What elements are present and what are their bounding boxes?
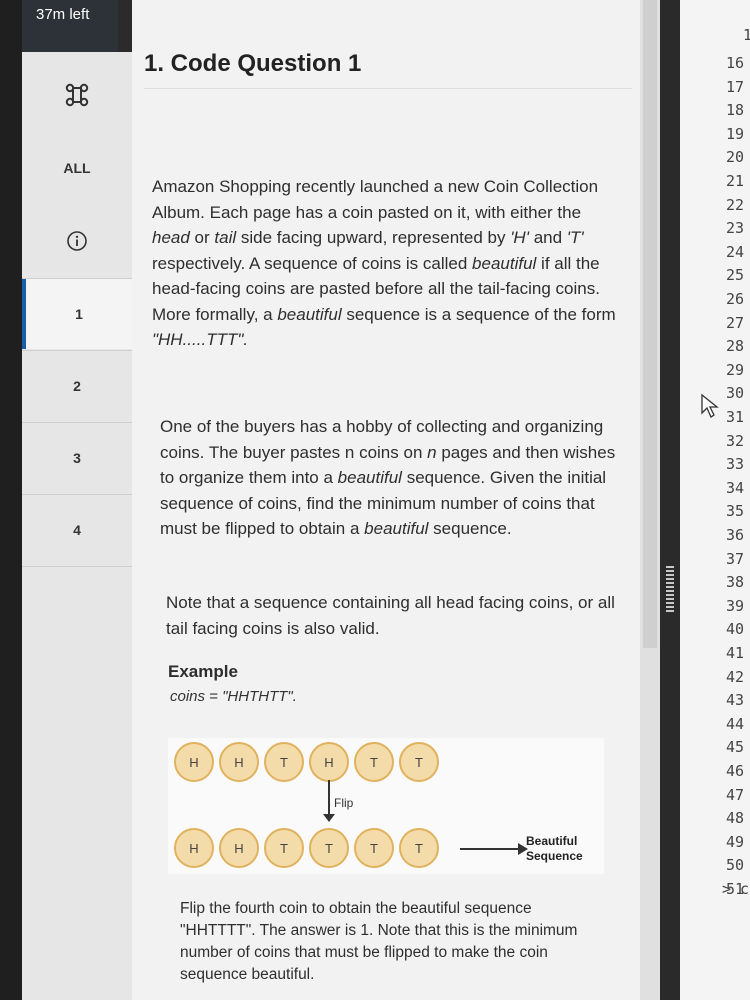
example-explanation: Flip the fourth coin to obtain the beaut…: [180, 900, 578, 983]
timer-text: 37m left: [36, 6, 90, 23]
line-number: 36: [725, 526, 744, 544]
mouse-cursor-icon: [700, 393, 720, 424]
line-number: 25: [725, 266, 744, 285]
line-number: 41: [725, 644, 744, 662]
result-label-line-2: Sequence: [526, 849, 583, 863]
coin: T: [309, 828, 349, 868]
line-number: 50: [725, 856, 744, 875]
line-number: 32: [725, 431, 744, 450]
line-number: 20: [725, 148, 744, 167]
line-number: 23: [725, 219, 744, 238]
line-number: 37: [725, 549, 744, 568]
flip-arrow-head: [323, 814, 335, 822]
line-number: 45: [725, 738, 744, 757]
line-number: 28: [725, 337, 744, 356]
flip-label: Flip: [334, 796, 354, 810]
coin-flip-diagram: HHTHTT Flip HHTTTT Beautiful Sequence: [168, 738, 604, 874]
line-number: 24: [725, 242, 744, 261]
flip-arrow-line: [328, 780, 330, 816]
question-panel: 1. Code Question 1 Amazon Shopping recen…: [132, 0, 660, 1000]
line-number: 19: [725, 124, 744, 143]
pane-gap: [660, 0, 680, 1000]
question-scrollbar-thumb[interactable]: [643, 0, 657, 648]
coin: H: [174, 742, 214, 782]
line-number: 21: [725, 172, 744, 190]
line-number: 44: [725, 714, 744, 733]
command-menu-button[interactable]: [22, 72, 132, 118]
divider: [144, 88, 632, 89]
line-number: 18: [725, 101, 744, 120]
example-heading: Example: [168, 662, 238, 681]
line-number: 33: [725, 455, 744, 474]
sidebar-item-question-3[interactable]: 3: [22, 423, 132, 493]
sidebar-item-label: 1: [75, 306, 83, 322]
line-number: 48: [725, 809, 744, 828]
pane-resize-handle[interactable]: [666, 566, 674, 612]
line-number-partial: 1: [742, 26, 750, 44]
window-edge: [0, 0, 22, 1000]
line-number: 22: [725, 195, 744, 214]
coin: T: [264, 828, 304, 868]
result-label-line-1: Beautiful: [526, 834, 578, 848]
sidebar-item-label: 4: [73, 522, 81, 538]
line-number: 27: [725, 313, 744, 332]
coin: H: [219, 742, 259, 782]
line-number: 38: [725, 573, 744, 592]
coin: T: [264, 742, 304, 782]
line-51-code-fragment: > c: [722, 880, 750, 898]
timer: 37m left: [22, 0, 118, 52]
sidebar-item-question-1[interactable]: 1: [22, 279, 132, 349]
coin: T: [399, 828, 439, 868]
line-number: 39: [725, 596, 744, 615]
question-title: 1. Code Question 1: [144, 50, 362, 77]
line-number: 29: [725, 360, 744, 379]
line-number: 40: [725, 620, 744, 639]
example-input: coins = "HHTHTT".: [170, 688, 297, 705]
sidebar-item-info[interactable]: [22, 220, 132, 262]
line-number: 47: [725, 785, 744, 804]
line-number: 26: [725, 290, 744, 308]
command-icon: [64, 82, 90, 108]
problem-note: Note that a sequence containing all head…: [166, 593, 615, 638]
sidebar-item-question-2[interactable]: 2: [22, 351, 132, 421]
line-number: 43: [725, 691, 744, 710]
line-number: 42: [725, 667, 744, 686]
coin: H: [174, 828, 214, 868]
info-icon: [66, 230, 88, 252]
coin: T: [354, 742, 394, 782]
coin: T: [354, 828, 394, 868]
problem-paragraph-1: Amazon Shopping recently launched a new …: [152, 177, 616, 349]
result-label: Beautiful Sequence: [526, 834, 583, 864]
sidebar-item-label: 3: [73, 450, 81, 466]
sidebar-item-label: ALL: [63, 160, 91, 176]
result-arrow-line: [460, 848, 520, 850]
line-number: 46: [725, 762, 744, 780]
line-number: 49: [725, 832, 744, 851]
sidebar-item-question-4[interactable]: 4: [22, 495, 132, 565]
coin: H: [309, 742, 349, 782]
sidebar-item-all[interactable]: ALL: [22, 150, 132, 186]
coin: T: [399, 742, 439, 782]
code-editor-gutter[interactable]: 1 16 17 18 19 20 21 22 23 24 25 26 27 28 29 30 31 32 33 34…: [680, 0, 750, 1000]
line-number: 34: [725, 478, 744, 497]
question-sidebar: ALL 1 2 3 4: [22, 52, 133, 1000]
line-number: 16: [725, 54, 744, 72]
problem-paragraph-2: One of the buyers has a hobby of collect…: [160, 417, 616, 538]
coin: H: [219, 828, 259, 868]
line-number: 35: [725, 502, 744, 521]
sidebar-item-label: 2: [73, 378, 81, 394]
line-number: 17: [725, 77, 744, 96]
